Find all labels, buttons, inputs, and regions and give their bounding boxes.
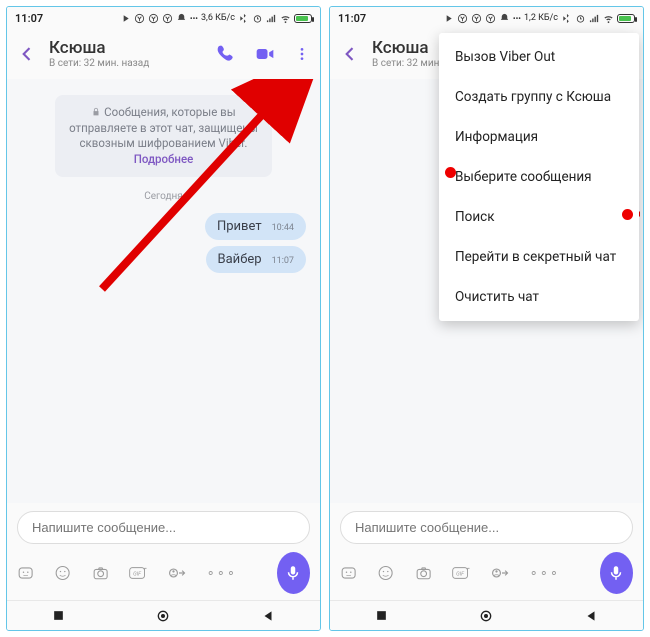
bluetooth-icon xyxy=(561,13,572,24)
bell-icon xyxy=(176,13,187,24)
wifi-icon xyxy=(603,13,614,24)
message-time: 11:07 xyxy=(272,256,294,266)
bluetooth-icon xyxy=(238,13,249,24)
svg-text:GIF: GIF xyxy=(456,572,465,578)
gif-icon[interactable]: GIF xyxy=(452,562,471,584)
status-bar: 11:07 ••• 1,2 КБ/с xyxy=(330,7,643,29)
y-icon xyxy=(471,13,482,24)
chat-title-block[interactable]: Ксюша В сети: 32 мин. назад xyxy=(49,39,204,69)
chat-title: Ксюша xyxy=(49,39,204,58)
y-icon xyxy=(485,13,496,24)
share-icon[interactable] xyxy=(168,562,187,584)
chat-header: Ксюша В сети: 32 мин. назад xyxy=(7,29,320,79)
mic-button[interactable] xyxy=(600,552,633,594)
message-bubble[interactable]: Вайбер 11:07 xyxy=(206,246,306,273)
chat-status: В сети: 32 мин. назад xyxy=(49,58,204,69)
menu-viber-out[interactable]: Вызов Viber Out xyxy=(439,37,639,77)
alarm-icon xyxy=(575,13,586,24)
bell-icon xyxy=(499,13,510,24)
message-input[interactable] xyxy=(340,511,633,544)
message-bubble[interactable]: Привет 10:44 xyxy=(205,213,306,240)
day-label: Сегодня xyxy=(21,191,306,202)
battery-icon xyxy=(617,14,635,23)
call-icon[interactable] xyxy=(216,44,236,64)
camera-icon[interactable] xyxy=(415,562,432,584)
status-time: 11:07 xyxy=(338,12,366,25)
status-bar: 11:07 ••• 3,6 КБ/с xyxy=(7,7,320,29)
wifi-icon xyxy=(280,13,291,24)
menu-search[interactable]: Поиск xyxy=(439,197,639,237)
recents-icon[interactable] xyxy=(375,609,388,622)
menu-info[interactable]: Информация xyxy=(439,117,639,157)
composer-toolbar: GIF ∘∘∘ xyxy=(330,548,643,600)
phone-left: 11:07 ••• 3,6 КБ/с Ксюша В сети: 32 мин.… xyxy=(6,6,321,631)
smile-icon[interactable] xyxy=(377,562,394,584)
mic-button[interactable] xyxy=(277,552,310,594)
recents-icon[interactable] xyxy=(52,609,65,622)
phone-right: 11:07 ••• 1,2 КБ/с Ксюша В сети: 32 мин.… xyxy=(329,6,644,631)
message-time: 10:44 xyxy=(272,223,294,233)
mic-icon xyxy=(607,564,625,582)
android-navbar xyxy=(7,600,320,630)
play-icon xyxy=(443,13,454,24)
menu-create-group[interactable]: Создать группу с Ксюша xyxy=(439,77,639,117)
more-tools[interactable]: ∘∘∘ xyxy=(530,566,560,581)
back-nav-icon[interactable] xyxy=(261,609,275,623)
gif-icon[interactable]: GIF xyxy=(129,562,148,584)
menu-clear-chat[interactable]: Очистить чат xyxy=(439,277,639,317)
signal-icon xyxy=(589,13,600,24)
more-icon[interactable] xyxy=(294,44,310,64)
back-nav-icon[interactable] xyxy=(584,609,598,623)
menu-select-messages[interactable]: Выберите сообщения xyxy=(439,157,639,197)
signal-icon xyxy=(266,13,277,24)
status-speed: 3,6 КБ/с xyxy=(201,13,235,23)
y-icon xyxy=(148,13,159,24)
annotation-dot xyxy=(622,209,633,220)
lock-icon xyxy=(91,107,101,117)
message-input[interactable] xyxy=(17,511,310,544)
video-icon[interactable] xyxy=(254,44,276,64)
message-text: Вайбер xyxy=(218,252,262,267)
more-tools[interactable]: ∘∘∘ xyxy=(207,566,237,581)
status-speed: 1,2 КБ/с xyxy=(524,13,558,23)
svg-text:GIF: GIF xyxy=(133,572,142,578)
y-icon xyxy=(134,13,145,24)
back-icon[interactable] xyxy=(17,44,37,64)
composer-toolbar: GIF ∘∘∘ xyxy=(7,548,320,600)
play-icon xyxy=(120,13,131,24)
status-time: 11:07 xyxy=(15,12,43,25)
menu-secret-chat[interactable]: Перейти в секретный чат xyxy=(439,237,639,277)
battery-icon xyxy=(294,14,312,23)
y-icon xyxy=(162,13,173,24)
message-text: Привет xyxy=(217,219,262,234)
chat-area: Сообщения, которые вы отправляете в этот… xyxy=(7,79,320,503)
overflow-menu: Вызов Viber Out Создать группу с Ксюша И… xyxy=(439,33,639,321)
composer xyxy=(330,503,643,548)
android-navbar xyxy=(330,600,643,630)
annotation-dot xyxy=(445,167,456,178)
back-icon[interactable] xyxy=(340,44,360,64)
encryption-notice[interactable]: Сообщения, которые вы отправляете в этот… xyxy=(55,95,272,177)
alarm-icon xyxy=(252,13,263,24)
smile-icon[interactable] xyxy=(54,562,71,584)
composer xyxy=(7,503,320,548)
mic-icon xyxy=(284,564,302,582)
share-icon[interactable] xyxy=(491,562,510,584)
sticker-icon[interactable] xyxy=(17,562,34,584)
sticker-icon[interactable] xyxy=(340,562,357,584)
home-icon[interactable] xyxy=(478,608,494,624)
y-icon xyxy=(457,13,468,24)
camera-icon[interactable] xyxy=(92,562,109,584)
home-icon[interactable] xyxy=(155,608,171,624)
